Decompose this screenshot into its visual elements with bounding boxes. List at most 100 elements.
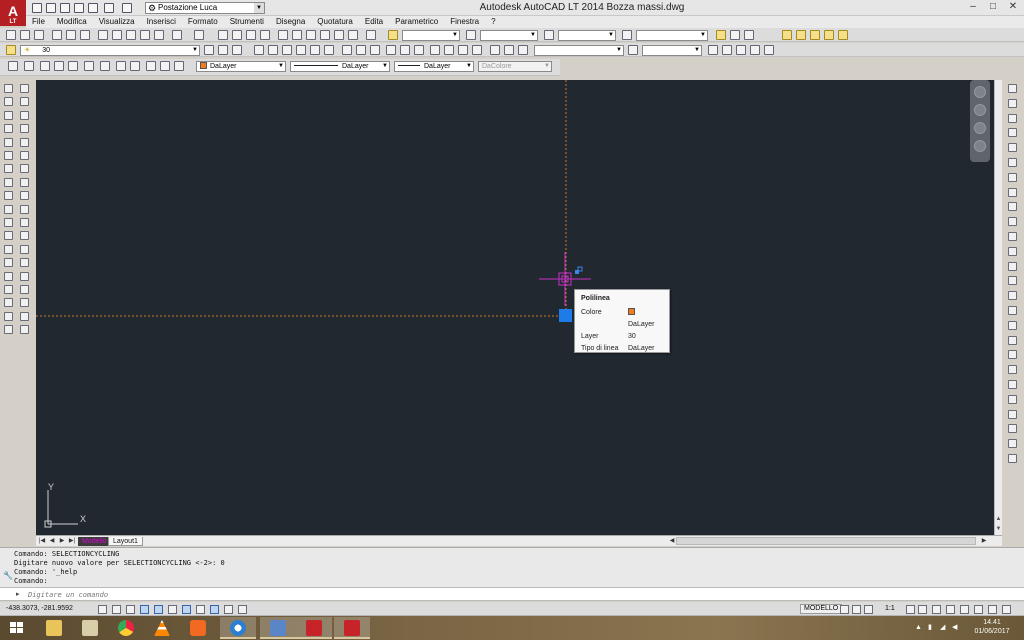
ucs-world-icon[interactable]	[24, 61, 34, 71]
modify-tool-icon[interactable]	[1008, 336, 1017, 345]
draw-tool-icon[interactable]	[4, 151, 13, 160]
open-icon[interactable]	[46, 3, 56, 13]
modify-tool-icon[interactable]	[1008, 188, 1017, 197]
menu-item-file[interactable]: File	[26, 16, 51, 28]
layer-off-icon[interactable]	[810, 30, 820, 40]
redo-tool-icon[interactable]	[194, 30, 204, 40]
dim-style-dropdown[interactable]: ▼	[480, 30, 538, 41]
horizontal-scrollbar[interactable]	[676, 537, 976, 545]
ucs-prev-icon[interactable]	[40, 61, 50, 71]
make-current-icon[interactable]	[204, 45, 214, 55]
menu-item-modifica[interactable]: Modifica	[51, 16, 93, 28]
ucs-icon[interactable]	[8, 61, 18, 71]
taskbar-autocad-help[interactable]	[334, 617, 370, 639]
pan-icon[interactable]	[218, 30, 228, 40]
draw-tool-icon[interactable]	[4, 178, 13, 187]
undo-tool-icon[interactable]	[172, 30, 182, 40]
taskbar-docs[interactable]	[260, 617, 296, 639]
draw-tool-icon[interactable]	[4, 111, 13, 120]
scroll-down-icon[interactable]: ▼	[995, 526, 1002, 534]
status-toggle-icon[interactable]	[182, 605, 191, 614]
plot-icon[interactable]	[88, 3, 98, 13]
first-tab-icon[interactable]: |◀	[38, 537, 46, 545]
status-tool-icon[interactable]	[1002, 605, 1011, 614]
draw-tool-icon[interactable]	[4, 164, 13, 173]
menu-item-parametrico[interactable]: Parametrico	[389, 16, 444, 28]
status-toggle-icon[interactable]	[168, 605, 177, 614]
taskbar-notes[interactable]	[72, 617, 108, 639]
saveas-icon[interactable]	[74, 3, 84, 13]
cut-icon[interactable]	[98, 30, 108, 40]
print-icon[interactable]	[52, 30, 62, 40]
dim-break-icon[interactable]	[414, 45, 424, 55]
dim-style-control[interactable]: ▼	[534, 45, 624, 56]
paste-icon[interactable]	[126, 30, 136, 40]
publish-icon[interactable]	[80, 30, 90, 40]
layer-iso-icon[interactable]	[782, 30, 792, 40]
text-style-dropdown[interactable]: ▼	[402, 30, 460, 41]
modify-tool-icon[interactable]	[1008, 380, 1017, 389]
draw-tool-icon[interactable]	[4, 138, 13, 147]
prev-tab-icon[interactable]: ◀	[48, 537, 56, 545]
menu-item-help[interactable]: ?	[485, 16, 501, 28]
nav-pan-icon[interactable]	[974, 104, 986, 116]
front-view-icon[interactable]	[750, 45, 760, 55]
modify-tool-icon[interactable]	[1008, 395, 1017, 404]
draw-tool-icon[interactable]	[4, 325, 13, 334]
ucs-z-icon[interactable]	[174, 61, 184, 71]
named-views-icon[interactable]	[722, 45, 732, 55]
status-toggle-icon[interactable]	[154, 605, 163, 614]
layer-manager-icon[interactable]	[6, 45, 16, 55]
ucs-object-icon[interactable]	[68, 61, 78, 71]
volume-icon[interactable]: ◀	[952, 624, 960, 632]
model-space-button[interactable]: MODELLO	[800, 604, 843, 614]
center-mark-icon[interactable]	[444, 45, 454, 55]
dim-edit-icon[interactable]	[490, 45, 500, 55]
dim-baseline-icon[interactable]	[370, 45, 380, 55]
zoom-realtime-icon[interactable]	[232, 30, 242, 40]
draw-tool-icon[interactable]	[20, 218, 29, 227]
modify-tool-icon[interactable]	[1008, 454, 1017, 463]
modify-tool-icon[interactable]	[1008, 173, 1017, 182]
draw-tool-icon[interactable]	[4, 231, 13, 240]
draw-tool-icon[interactable]	[4, 191, 13, 200]
layer-freeze-icon[interactable]	[824, 30, 834, 40]
dim-space-icon[interactable]	[400, 45, 410, 55]
redo-icon[interactable]	[122, 3, 132, 13]
nav-zoom-icon[interactable]	[974, 122, 986, 134]
markup-icon[interactable]	[334, 30, 344, 40]
taskbar-media[interactable]	[180, 617, 216, 639]
coordinates-readout[interactable]: -438.3073, -281.9592	[6, 604, 73, 614]
status-tool-icon[interactable]	[946, 605, 955, 614]
draw-tool-icon[interactable]	[4, 205, 13, 214]
dim-diameter-icon[interactable]	[324, 45, 334, 55]
modify-tool-icon[interactable]	[1008, 202, 1017, 211]
view-manager-icon[interactable]	[708, 45, 718, 55]
open-file-icon[interactable]	[20, 30, 30, 40]
tab-model[interactable]: Modello	[78, 537, 111, 546]
draw-tool-icon[interactable]	[4, 298, 13, 307]
mleader-style-dropdown[interactable]: ▼	[636, 30, 708, 41]
command-prompt-icon[interactable]: ▸	[16, 590, 26, 599]
design-center-icon[interactable]	[292, 30, 302, 40]
modify-tool-icon[interactable]	[1008, 158, 1017, 167]
battery-icon[interactable]: ▮	[928, 624, 936, 632]
draw-tool-icon[interactable]	[4, 285, 13, 294]
draw-tool-icon[interactable]	[20, 258, 29, 267]
dim-style-manager-icon[interactable]	[628, 45, 638, 55]
ucs-face-icon[interactable]	[54, 61, 64, 71]
dim-quick-icon[interactable]	[356, 45, 366, 55]
dim-linear-icon[interactable]	[254, 45, 264, 55]
draw-tool-icon[interactable]	[20, 285, 29, 294]
start-button[interactable]	[0, 616, 34, 640]
draw-tool-icon[interactable]	[20, 111, 29, 120]
undo-icon[interactable]	[104, 3, 114, 13]
draw-tool-icon[interactable]	[20, 272, 29, 281]
dim-update-icon[interactable]	[518, 45, 528, 55]
taskbar-explorer[interactable]	[36, 617, 72, 639]
calculator-icon[interactable]	[348, 30, 358, 40]
taskbar-chrome[interactable]	[108, 617, 144, 639]
preview-icon[interactable]	[66, 30, 76, 40]
status-tool-icon[interactable]	[840, 605, 849, 614]
status-tool-icon[interactable]	[960, 605, 969, 614]
